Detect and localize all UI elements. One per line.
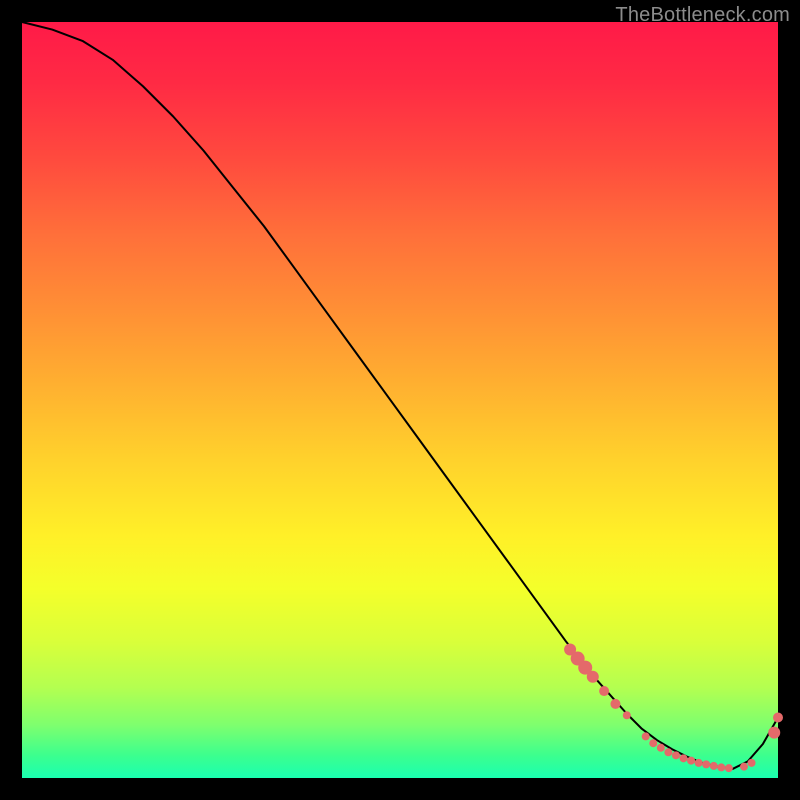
data-point (610, 699, 620, 709)
data-point (695, 759, 703, 767)
data-point (623, 711, 631, 719)
data-point (717, 763, 725, 771)
data-point (664, 748, 672, 756)
data-point (649, 739, 657, 747)
chart-stage: TheBottleneck.com (0, 0, 800, 800)
data-point (702, 760, 710, 768)
marker-group (564, 643, 783, 772)
data-point (657, 744, 665, 752)
data-point (740, 763, 748, 771)
watermark-text: TheBottleneck.com (615, 4, 790, 27)
data-point (748, 759, 756, 767)
data-point (710, 762, 718, 770)
bottleneck-curve (22, 22, 778, 769)
data-point (725, 764, 733, 772)
data-point (672, 751, 680, 759)
data-point (599, 686, 609, 696)
data-point (642, 732, 650, 740)
data-point (680, 754, 688, 762)
data-point (587, 671, 599, 683)
data-point (773, 713, 783, 723)
data-point (687, 757, 695, 765)
data-point (768, 727, 780, 739)
chart-overlay (22, 22, 778, 778)
